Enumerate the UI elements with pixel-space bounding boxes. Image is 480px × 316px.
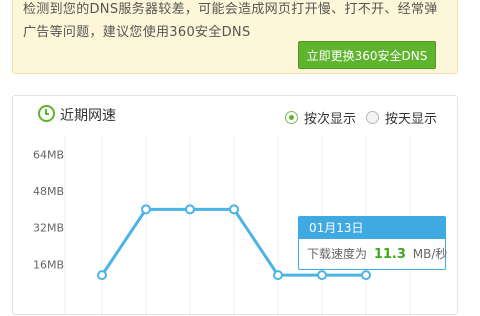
- tooltip-body: 下载速度为 11.3 MB/秒: [299, 239, 448, 269]
- data-point[interactable]: [185, 204, 195, 215]
- data-point[interactable]: [97, 270, 107, 281]
- y-tick-label: 48MB: [33, 185, 64, 198]
- data-point[interactable]: [317, 270, 327, 281]
- tooltip-date: 01月13日: [299, 217, 445, 239]
- banner-text-line1: 检测到您的DNS服务器较差，可能会造成网页打开慢、打不开、经常弹: [23, 2, 438, 17]
- tooltip-value: 11.3: [373, 247, 406, 262]
- data-point[interactable]: [361, 270, 371, 281]
- tooltip-unit: MB/秒: [412, 247, 448, 261]
- data-point[interactable]: [229, 204, 239, 215]
- speed-chart-panel: 近期网速 按次显示 按天显示 64MB 48MB 32MB 16MB: [12, 95, 458, 316]
- data-point[interactable]: [273, 270, 283, 281]
- data-point[interactable]: [141, 204, 151, 215]
- y-tick-label: 32MB: [33, 222, 64, 235]
- y-tick-label: 64MB: [33, 148, 64, 161]
- data-tooltip: 01月13日 下载速度为 11.3 MB/秒: [298, 216, 448, 270]
- banner-text-line2: 广告等问题，建议您使用360安全DNS: [23, 25, 251, 40]
- tooltip-prefix: 下载速度为: [307, 247, 368, 261]
- y-tick-label: 16MB: [33, 258, 64, 271]
- switch-dns-button[interactable]: 立即更换360安全DNS: [298, 41, 436, 69]
- speed-line-chart: 64MB 48MB 32MB 16MB: [33, 136, 411, 316]
